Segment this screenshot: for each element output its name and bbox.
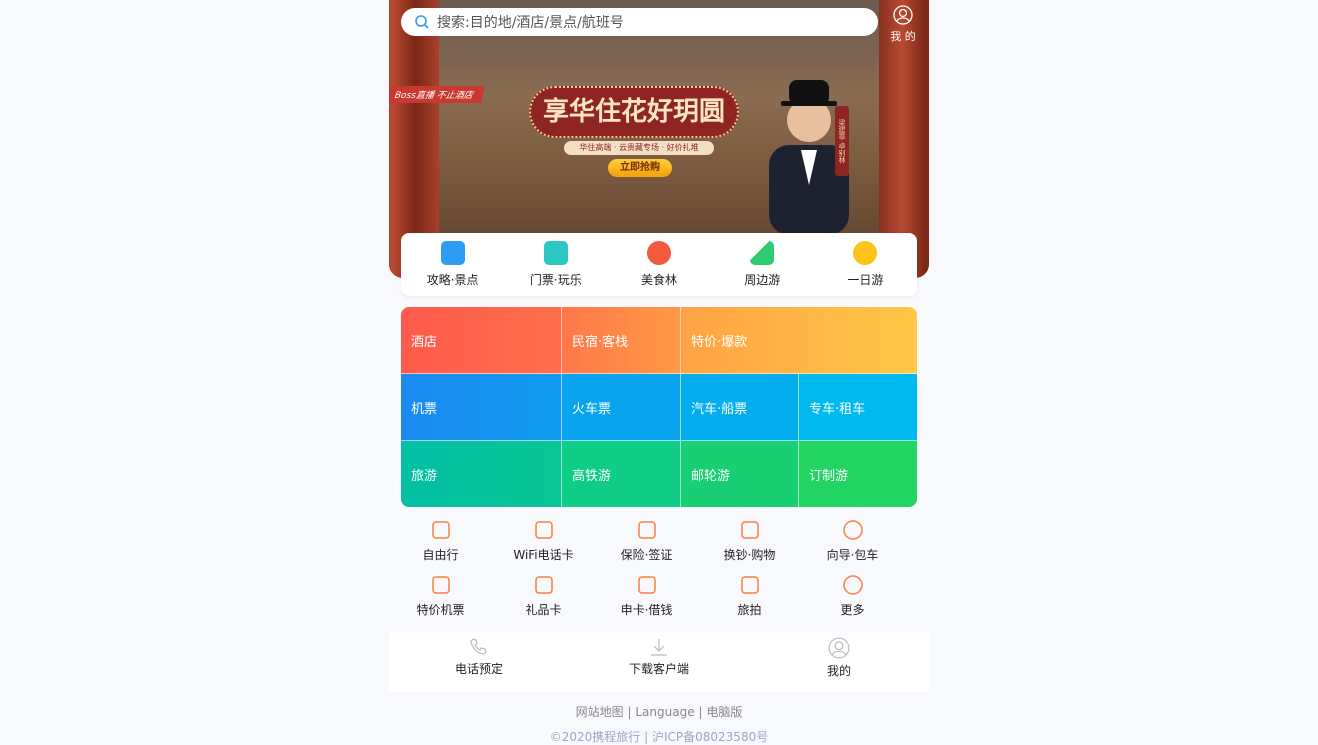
- service-item[interactable]: 更多: [801, 570, 904, 625]
- homestay-tile[interactable]: 民宿·客栈: [562, 307, 681, 374]
- sitemap-link[interactable]: 网站地图: [576, 705, 624, 719]
- service-item[interactable]: 旅拍: [698, 570, 801, 625]
- service-label: 换钞·购物: [723, 548, 776, 562]
- quick-label: 周边游: [744, 273, 781, 287]
- phone-icon: [470, 638, 487, 655]
- plane-icon: [431, 576, 450, 594]
- tile-label: 民宿·客栈: [572, 334, 629, 350]
- download-icon: [651, 639, 667, 656]
- quick-tickets[interactable]: 门票·玩乐: [504, 233, 607, 296]
- more-icon: [842, 575, 863, 595]
- service-item[interactable]: 礼品卡: [492, 570, 595, 625]
- main-category-grid: 酒店 民宿·客栈 特价·爆款 机票 火车票 汽车·船票 专车·租车 旅游 高铁游…: [401, 307, 917, 507]
- bottom-label: 我的: [826, 664, 851, 678]
- service-item[interactable]: 特价机票: [389, 570, 492, 625]
- search-icon: [415, 15, 429, 29]
- tile-label: 火车票: [572, 401, 612, 417]
- my-button[interactable]: 我的: [749, 632, 929, 692]
- service-label: 向导·包车: [826, 548, 879, 562]
- tile-label: 邮轮游: [691, 468, 731, 484]
- backpack-icon: [431, 521, 450, 539]
- hotel-tile[interactable]: 酒店: [401, 307, 562, 374]
- service-label: WiFi电话卡: [513, 548, 574, 562]
- buy-now-button[interactable]: 立即抢购: [608, 159, 672, 177]
- banner-tag: Boss直播 不止酒店: [389, 86, 485, 103]
- footer-links: 网站地图 | Language | 电脑版: [389, 703, 929, 720]
- credit-card-icon: [637, 576, 656, 594]
- language-link[interactable]: Language: [635, 705, 694, 719]
- shopping-bag-icon: [740, 521, 759, 539]
- car-rental-tile[interactable]: 专车·租车: [799, 374, 917, 441]
- train-tile[interactable]: 火车票: [562, 374, 681, 441]
- guide-hat-icon: [842, 520, 863, 540]
- tile-label: 高铁游: [572, 468, 612, 484]
- ferris-wheel-icon: [853, 241, 878, 265]
- ticket-icon: [543, 241, 568, 265]
- quick-guide[interactable]: 攻略·景点: [401, 233, 504, 296]
- separator: |: [627, 705, 632, 719]
- desktop-version-link[interactable]: 电脑版: [706, 705, 742, 719]
- search-input[interactable]: 搜索:目的地/酒店/景点/航班号: [401, 8, 878, 36]
- service-item[interactable]: 换钞·购物: [698, 515, 801, 570]
- service-item[interactable]: 自由行: [389, 515, 492, 570]
- banner-vertical-tag: 梁建章 卓别林: [835, 106, 849, 176]
- my-account-label: 我 的: [890, 30, 916, 43]
- book-icon: [440, 241, 465, 265]
- mountain-icon: [750, 241, 775, 265]
- service-item[interactable]: 申卡·借钱: [595, 570, 698, 625]
- quick-food[interactable]: 美食林: [607, 233, 710, 296]
- service-label: 更多: [840, 603, 865, 617]
- cruise-tile[interactable]: 邮轮游: [681, 441, 799, 507]
- quick-daytrip[interactable]: 一日游: [814, 233, 917, 296]
- my-account-button[interactable]: 我 的: [884, 5, 922, 44]
- gift-card-icon: [534, 576, 553, 594]
- camera-icon: [740, 576, 759, 594]
- flight-tile[interactable]: 机票: [401, 374, 562, 441]
- quick-label: 门票·玩乐: [529, 273, 582, 287]
- service-item[interactable]: 向导·包车: [801, 515, 904, 570]
- travel-tile[interactable]: 旅游: [401, 441, 562, 507]
- food-icon: [647, 241, 671, 265]
- service-label: 申卡·借钱: [620, 603, 673, 617]
- tile-label: 订制游: [809, 468, 849, 484]
- tile-label: 机票: [411, 401, 438, 417]
- bottom-label: 电话预定: [454, 662, 503, 676]
- page: Boss直播 不止酒店 享华住花好玥圆 华住高端 · 云贵藏专场 · 好价扎堆 …: [389, 0, 929, 744]
- separator: |: [698, 705, 703, 719]
- bottom-label: 下载客户端: [628, 662, 689, 676]
- user-icon: [893, 5, 913, 25]
- quick-label: 一日游: [847, 273, 884, 287]
- quick-label: 美食林: [641, 273, 678, 287]
- quick-nav: 攻略·景点 门票·玩乐 美食林 周边游 一日游: [401, 233, 917, 296]
- service-label: 自由行: [422, 548, 459, 562]
- shield-icon: [637, 521, 656, 539]
- deals-tile[interactable]: 特价·爆款: [681, 307, 917, 374]
- service-item[interactable]: WiFi电话卡: [492, 515, 595, 570]
- copyright: ©2020携程旅行 | 沪ICP备08023580号: [549, 730, 769, 744]
- quick-label: 攻略·景点: [426, 273, 479, 287]
- service-label: 保险·签证: [620, 548, 673, 562]
- quick-nearby[interactable]: 周边游: [711, 233, 814, 296]
- tile-label: 旅游: [411, 468, 438, 484]
- bus-ship-tile[interactable]: 汽车·船票: [681, 374, 799, 441]
- tile-label: 酒店: [411, 334, 438, 350]
- service-item[interactable]: 保险·签证: [595, 515, 698, 570]
- banner-subtitle: 华住高端 · 云贵藏专场 · 好价扎堆: [564, 141, 714, 155]
- service-label: 礼品卡: [525, 603, 562, 617]
- tile-label: 特价·爆款: [691, 334, 748, 350]
- phone-booking-button[interactable]: 电话预定: [389, 632, 569, 692]
- sim-card-icon: [534, 521, 553, 539]
- tile-label: 汽车·船票: [691, 401, 748, 417]
- custom-tour-tile[interactable]: 订制游: [799, 441, 917, 507]
- hsr-tour-tile[interactable]: 高铁游: [562, 441, 681, 507]
- banner-title: 享华住花好玥圆: [529, 86, 739, 138]
- bottom-bar: 电话预定 下载客户端 我的: [389, 632, 929, 692]
- service-label: 旅拍: [737, 603, 762, 617]
- download-app-button[interactable]: 下载客户端: [569, 632, 749, 692]
- user-icon: [828, 637, 850, 659]
- service-label: 特价机票: [416, 603, 465, 617]
- tile-label: 专车·租车: [809, 401, 866, 417]
- search-placeholder: 搜索:目的地/酒店/景点/航班号: [437, 15, 624, 31]
- services-grid: 自由行 WiFi电话卡 保险·签证 换钞·购物 向导·包车特价机票 礼品卡 申卡·借钱 旅拍 更…: [389, 515, 929, 625]
